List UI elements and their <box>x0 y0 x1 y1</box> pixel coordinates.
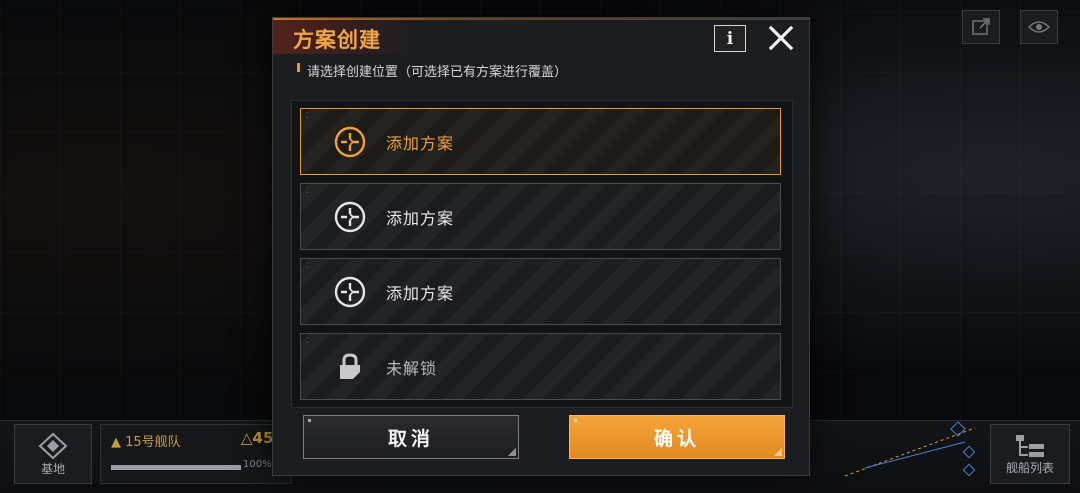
slot-corner-mark: ⁚ <box>306 336 309 345</box>
fleet-progress-bar <box>111 465 241 470</box>
base-label: 基地 <box>40 461 65 476</box>
cancel-button[interactable]: 取消 <box>303 415 519 459</box>
confirm-label: 确认 <box>653 427 700 450</box>
map-decoration <box>844 421 976 477</box>
slot-4-locked[interactable]: ⁚ 未解锁 <box>300 333 781 400</box>
fleet-name: ▲ 15号舰队 <box>111 435 181 450</box>
fleet-power: △45 <box>241 429 274 447</box>
close-button[interactable] <box>767 24 795 52</box>
fleet-panel[interactable]: ▲ 15号舰队 △45 100% <box>100 424 292 484</box>
fleet-progress-text: 100% <box>243 459 272 470</box>
slot-label: 添加方案 <box>386 283 455 303</box>
slot-label: 添加方案 <box>386 208 455 228</box>
close-icon <box>768 25 794 51</box>
slot-corner-mark: ⁚ <box>306 261 309 270</box>
plan-create-dialog: 方案创建 i 请选择创建位置（可选择已有方案进行覆盖） ⁚ 添加方案 ⁚ 添加方… <box>272 17 810 476</box>
add-crosshair-icon <box>333 275 367 309</box>
ship-list-label: 舰船列表 <box>1005 460 1054 475</box>
button-corner-dot <box>574 419 577 422</box>
slot-1[interactable]: ⁚ 添加方案 <box>300 108 781 175</box>
cancel-label: 取消 <box>387 427 434 450</box>
dialog-subtitle: 请选择创建位置（可选择已有方案进行覆盖） <box>307 65 568 80</box>
slot-corner-mark: ⁚ <box>306 186 309 195</box>
slot-label: 添加方案 <box>386 133 455 153</box>
add-crosshair-icon <box>333 200 367 234</box>
lock-icon <box>333 350 367 384</box>
slot-3[interactable]: ⁚ 添加方案 <box>300 258 781 325</box>
info-button[interactable]: i <box>714 25 746 52</box>
base-button[interactable]: 基地 <box>14 424 92 484</box>
share-icon[interactable] <box>962 10 1000 44</box>
eye-icon[interactable] <box>1020 10 1058 44</box>
slot-2[interactable]: ⁚ 添加方案 <box>300 183 781 250</box>
subtitle-marker <box>297 63 300 72</box>
button-corner-dot <box>308 419 311 422</box>
slot-label: 未解锁 <box>386 358 438 378</box>
slot-corner-mark: ⁚ <box>306 111 309 120</box>
list-tree-icon <box>1016 434 1044 457</box>
add-crosshair-icon <box>333 125 367 159</box>
dialog-title: 方案创建 <box>293 28 381 52</box>
slot-list: ⁚ 添加方案 ⁚ 添加方案 ⁚ 添加方案 ⁚ 未解锁 <box>291 100 793 408</box>
ship-list-button[interactable]: 舰船列表 <box>990 424 1070 484</box>
confirm-button[interactable]: 确认 <box>569 415 785 459</box>
button-corner-notch <box>774 448 782 456</box>
base-icon <box>38 432 68 459</box>
button-corner-notch <box>508 448 516 456</box>
